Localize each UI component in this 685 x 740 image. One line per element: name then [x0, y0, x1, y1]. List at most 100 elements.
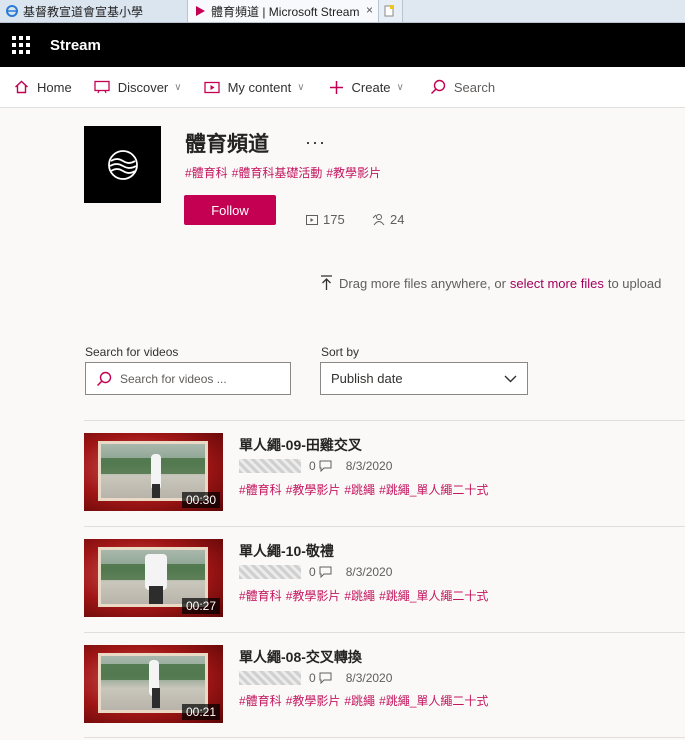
home-icon	[15, 80, 28, 94]
nav-home-label: Home	[37, 79, 72, 95]
tag-link[interactable]: #教學影片	[286, 694, 341, 708]
video-title[interactable]: 單人繩-08-交叉轉換	[239, 647, 362, 667]
more-options-icon[interactable]: ···	[305, 132, 326, 153]
video-tags: #體育科 #教學影片 #跳繩 #跳繩_單人繩二十式	[239, 587, 492, 604]
search-placeholder: Search for videos ...	[120, 371, 227, 386]
channel-logo	[84, 126, 161, 203]
tag-link[interactable]: #體育科	[239, 589, 282, 603]
browser-tab-label: 基督教宣道會宣基小學	[23, 4, 144, 19]
discover-icon	[94, 80, 110, 94]
browser-tab-school[interactable]: 基督教宣道會宣基小學	[0, 0, 188, 22]
video-title[interactable]: 單人繩-09-田雞交叉	[239, 435, 362, 455]
video-icon	[203, 81, 220, 93]
tag-link[interactable]: #跳繩_單人繩二十式	[379, 694, 488, 708]
tag-link[interactable]: #體育科	[185, 166, 228, 180]
nav-search-label: Search	[453, 79, 496, 95]
nav-my-content[interactable]: My content ∨	[203, 67, 305, 107]
nav-search[interactable]: Search	[430, 67, 495, 107]
new-tab-icon	[383, 5, 395, 17]
tag-link[interactable]: #跳繩_單人繩二十式	[379, 589, 488, 603]
blurred-owner	[239, 459, 301, 473]
stream-logo-icon	[194, 5, 206, 17]
video-duration: 00:30	[181, 492, 220, 508]
divider	[84, 737, 685, 738]
search-icon	[430, 79, 446, 95]
browser-tab-stream[interactable]: 體育頻道 | Microsoft Stream ×	[188, 0, 379, 22]
app-header: Stream	[0, 23, 685, 67]
plus-icon	[329, 80, 343, 94]
channel-title: 體育頻道	[185, 133, 269, 156]
video-count: 175	[306, 212, 345, 227]
divider	[84, 420, 685, 421]
video-thumbnail[interactable]: 00:27	[84, 539, 223, 617]
video-tags: #體育科 #教學影片 #跳繩 #跳繩_單人繩二十式	[239, 692, 492, 709]
tag-link[interactable]: #跳繩	[344, 483, 375, 497]
publish-date: 8/3/2020	[345, 671, 393, 685]
video-meta: 0 8/3/2020	[239, 565, 392, 579]
nav-my-content-label: My content	[227, 79, 292, 95]
video-count-value: 175	[323, 212, 345, 227]
sort-value: Publish date	[331, 371, 403, 386]
browser-tab-strip: 基督教宣道會宣基小學 體育頻道 | Microsoft Stream ×	[0, 0, 685, 23]
video-meta: 0 8/3/2020	[239, 459, 392, 473]
tag-link[interactable]: #教學影片	[286, 483, 341, 497]
upload-suffix: to upload	[607, 275, 662, 291]
app-launcher-icon[interactable]	[12, 36, 30, 54]
ie-icon	[6, 5, 18, 17]
upload-arrow-icon	[321, 275, 332, 290]
comment-icon	[319, 460, 332, 472]
search-icon	[96, 371, 112, 386]
chevron-down-icon	[504, 375, 517, 382]
video-thumbnail[interactable]: 00:30	[84, 433, 223, 511]
nav-discover[interactable]: Discover ∨	[94, 67, 182, 107]
nav-create[interactable]: Create ∨	[329, 67, 404, 107]
publish-date: 8/3/2020	[345, 565, 393, 579]
channel-tags: #體育科 #體育科基礎活動 #教學影片	[185, 164, 385, 181]
video-thumbnail[interactable]: 00:21	[84, 645, 223, 723]
tag-link[interactable]: #教學影片	[326, 166, 381, 180]
app-name[interactable]: Stream	[50, 37, 101, 54]
select-files-link[interactable]: select more files	[510, 276, 604, 291]
chevron-down-icon: ∨	[396, 81, 404, 93]
blurred-owner	[239, 671, 301, 685]
tag-link[interactable]: #體育科	[239, 694, 282, 708]
comment-icon	[319, 672, 332, 684]
nav-home[interactable]: Home	[14, 67, 72, 107]
browser-new-tab[interactable]	[379, 0, 403, 22]
tag-link[interactable]: #跳繩	[344, 589, 375, 603]
sort-by-label: Sort by	[321, 345, 360, 359]
tag-link[interactable]: #體育科	[239, 483, 282, 497]
comment-icon	[319, 566, 332, 578]
tag-link[interactable]: #跳繩_單人繩二十式	[379, 483, 488, 497]
video-duration: 00:21	[181, 704, 220, 720]
browser-tab-label: 體育頻道 | Microsoft Stream	[211, 4, 360, 19]
upload-hint: Drag more files anywhere, or select more…	[320, 275, 661, 291]
chevron-down-icon: ∨	[297, 81, 305, 93]
tag-link[interactable]: #體育科基礎活動	[232, 166, 323, 180]
sort-dropdown[interactable]: Publish date	[320, 362, 528, 395]
tag-link[interactable]: #教學影片	[286, 589, 341, 603]
nav-create-label: Create	[351, 79, 391, 95]
video-duration: 00:27	[181, 598, 220, 614]
follow-button[interactable]: Follow	[184, 195, 276, 225]
comment-count: 0	[309, 671, 316, 685]
video-tags: #體育科 #教學影片 #跳繩 #跳繩_單人繩二十式	[239, 481, 492, 498]
tab-close-icon[interactable]: ×	[366, 3, 373, 17]
follower-count-value: 24	[390, 212, 405, 227]
comment-count: 0	[309, 459, 316, 473]
search-videos-input[interactable]: Search for videos ...	[85, 362, 291, 395]
follower-count: 24	[372, 212, 404, 227]
search-videos-label: Search for videos	[85, 345, 179, 359]
video-count-icon	[306, 214, 318, 225]
nav-discover-label: Discover	[117, 79, 169, 95]
tag-link[interactable]: #跳繩	[344, 694, 375, 708]
video-meta: 0 8/3/2020	[239, 671, 392, 685]
chevron-down-icon: ∨	[174, 81, 182, 93]
blurred-owner	[239, 565, 301, 579]
divider	[84, 632, 685, 633]
followers-icon	[372, 214, 385, 226]
comment-count: 0	[309, 565, 316, 579]
upload-prefix: Drag more files anywhere, or	[339, 275, 506, 291]
top-nav: Home Discover ∨ My content ∨ Create ∨ Se…	[0, 67, 685, 108]
video-title[interactable]: 單人繩-10-敬禮	[239, 541, 334, 561]
